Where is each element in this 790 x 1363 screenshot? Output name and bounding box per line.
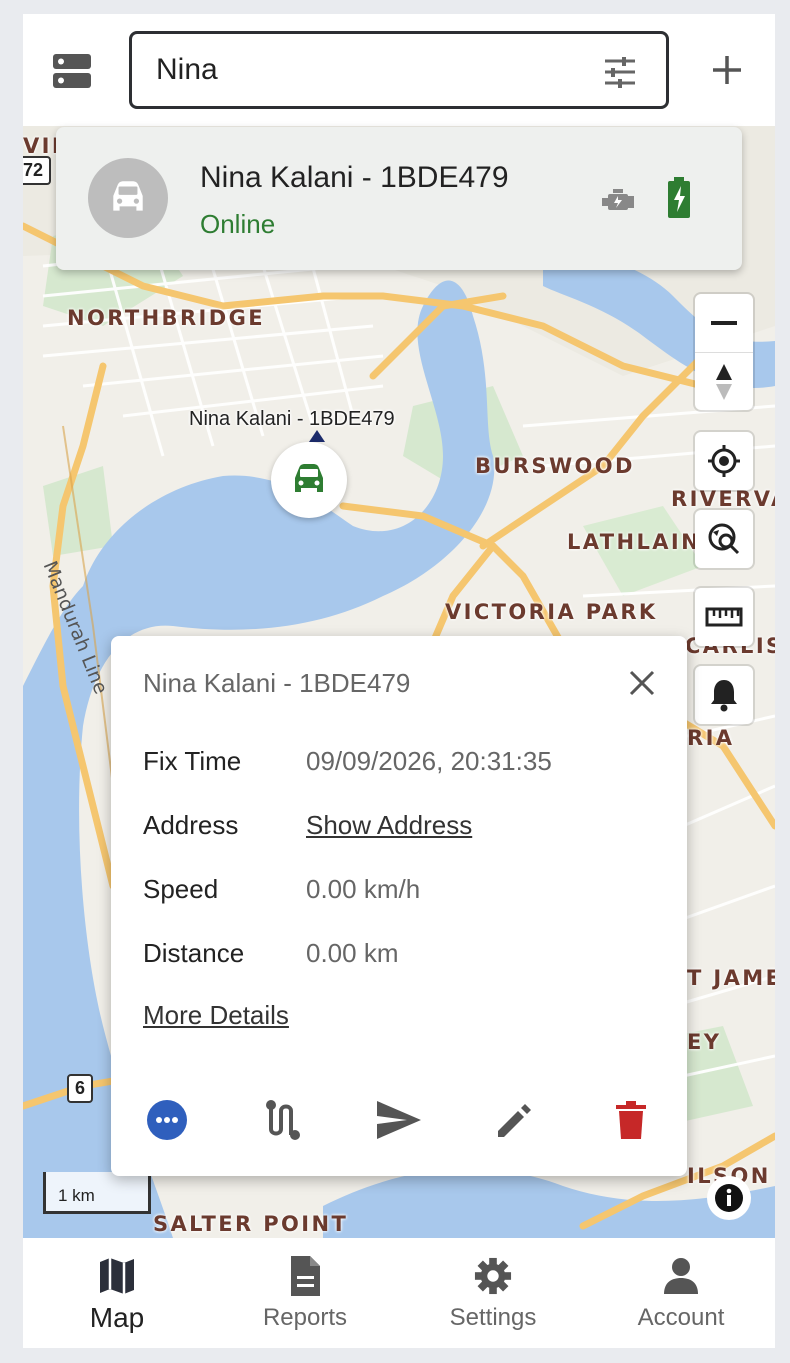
account-icon [664,1258,698,1294]
replay-icon [266,1100,300,1140]
marker-label: Nina Kalani - 1BDE479 [189,408,395,430]
route-shield: 72 [23,156,52,185]
device-popup: Nina Kalani - 1BDE479 Fix Time 09/09/202… [111,636,687,1176]
car-icon [295,464,323,492]
place-label: BURSWOOD [475,454,635,478]
edit-button[interactable] [493,1098,537,1142]
follow-search-button[interactable] [695,510,753,568]
locate-icon [708,445,740,477]
engine-icon [602,189,634,210]
place-label: NORTHBRIDGE [67,306,265,330]
add-device-button[interactable] [707,50,747,90]
device-list-item[interactable]: Nina Kalani - 1BDE479 Online [56,127,742,270]
nav-label: Account [637,1304,725,1331]
top-bar [23,14,775,126]
notifications-button[interactable] [695,666,753,724]
place-label: EY [687,1030,722,1054]
place-label: T JAME [687,966,775,990]
list-view-icon [53,54,91,88]
place-label: RIA [687,726,735,750]
search-input[interactable] [156,48,576,92]
place-label: VICTORIA PARK [445,600,658,624]
row-value: 0.00 km [306,938,399,968]
info-icon [715,1184,743,1212]
car-icon [113,181,143,211]
map-icon [100,1258,134,1294]
device-marker[interactable] [271,442,347,518]
place-label: RIVERVA [671,487,775,511]
zoom-controls [695,294,753,410]
row-value: 0.00 km/h [306,874,421,904]
show-address-link[interactable]: Show Address [306,810,472,841]
follow-search-icon [708,523,740,555]
popup-title: Nina Kalani - 1BDE479 [143,668,411,698]
bottom-navigation: Map Reports Settings Account [23,1238,775,1348]
nav-account[interactable]: Account [587,1238,775,1348]
more-icon [147,1100,187,1140]
app-frame: NORTHBRIDGE BURSWOOD RIVERVA LATHLAIN VI… [23,14,775,1348]
compass-button[interactable] [695,352,753,410]
nav-label: Map [89,1302,145,1333]
delete-icon [616,1101,646,1139]
device-name: Nina Kalani - 1BDE479 [200,161,509,194]
locate-button[interactable] [695,432,753,490]
filter-button[interactable] [602,54,638,90]
edit-icon [498,1104,531,1137]
tune-icon [605,57,635,88]
nav-label: Settings [449,1304,537,1331]
send-command-icon [377,1101,421,1139]
route-shield: 6 [67,1074,94,1103]
row-key: Speed [143,874,219,904]
attribution-button[interactable] [707,1176,751,1220]
row-key: Fix Time [143,746,242,776]
bell-icon [711,680,737,712]
device-list-toggle[interactable] [49,48,95,94]
settings-icon [474,1257,512,1295]
zoom-out-icon [711,321,737,325]
map-scale: 1 km [43,1172,151,1214]
place-label: SALTER POINT [153,1212,349,1236]
close-button[interactable] [625,666,659,700]
device-status: Online [200,209,276,239]
delete-button[interactable] [609,1098,653,1142]
send-command-button[interactable] [377,1098,421,1142]
nav-reports[interactable]: Reports [211,1238,399,1348]
nav-settings[interactable]: Settings [399,1238,587,1348]
device-avatar [88,158,168,238]
reports-icon [291,1256,320,1296]
more-details-link[interactable]: More Details [143,1000,289,1031]
close-icon [629,670,655,696]
replay-button[interactable] [261,1098,305,1142]
nav-label: Reports [262,1304,348,1331]
plus-icon [713,56,741,84]
row-key: Address [143,810,239,840]
nav-map[interactable]: Map [23,1238,211,1348]
place-label: LATHLAIN [567,530,702,554]
ruler-icon [705,607,743,627]
compass-icon [716,363,732,400]
battery-charging-icon [668,177,690,218]
zoom-out-button[interactable] [695,294,753,352]
row-value: 09/09/2026, 20:31:35 [306,746,552,776]
marker-direction-icon [309,430,325,442]
search-box [129,31,669,109]
ruler-button[interactable] [695,588,753,646]
row-key: Distance [143,938,245,968]
more-actions-button[interactable] [145,1098,189,1142]
